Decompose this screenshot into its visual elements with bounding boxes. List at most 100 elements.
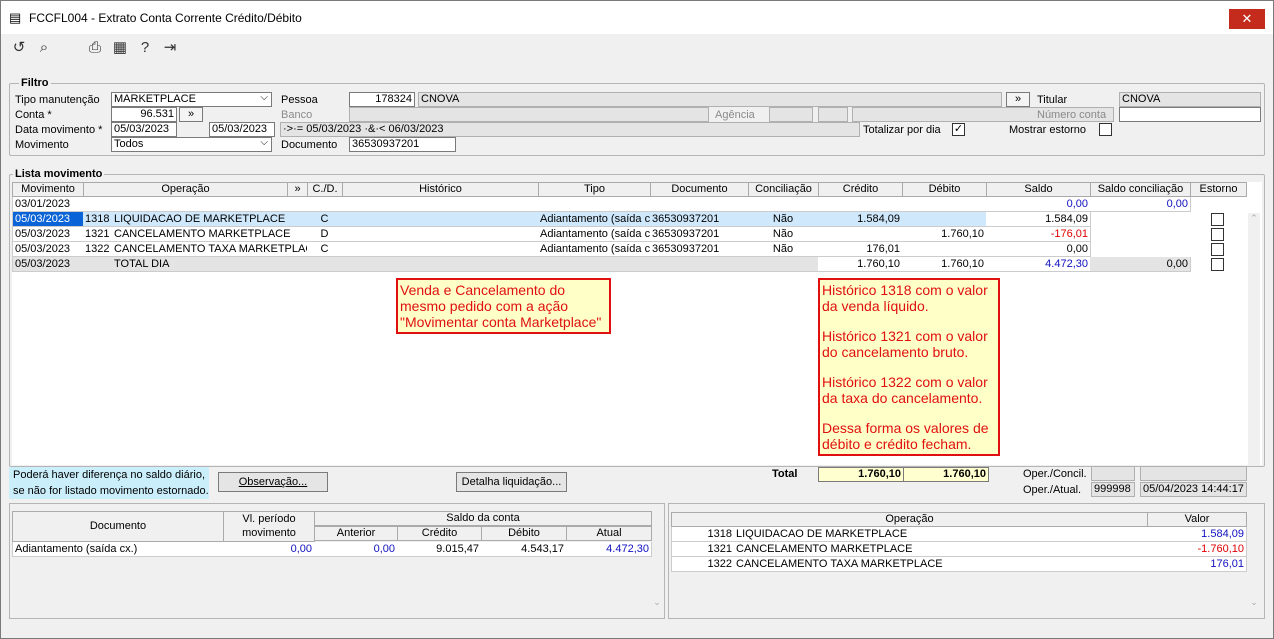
grid-row-cd[interactable]: D — [307, 227, 343, 242]
grid-row-code[interactable]: 1318 — [83, 212, 113, 227]
grid-row-credito[interactable] — [818, 227, 903, 242]
close-button[interactable]: ✕ — [1229, 9, 1265, 29]
grid-row-documento[interactable]: 36530937201 — [650, 227, 749, 242]
banco-field — [349, 107, 709, 122]
grid-row-documento[interactable]: 36530937201 — [650, 242, 749, 257]
grid-total-tipo — [538, 257, 651, 272]
grid-row-cd[interactable]: C — [307, 242, 343, 257]
grid-header-expand[interactable]: » — [287, 182, 308, 197]
totalizar-label: Totalizar por dia — [863, 124, 941, 136]
doc-header-debito: Débito — [481, 526, 567, 541]
grid-header-movimento: Movimento — [12, 182, 84, 197]
op-row-operacao[interactable]: CANCELAMENTO TAXA MARKETPLACE — [734, 557, 1148, 572]
grid-row-estorno-checkbox[interactable] — [1211, 228, 1224, 241]
mostrar-estorno-checkbox[interactable] — [1099, 123, 1112, 136]
grid-row-tipo[interactable]: Adiantamento (saída c — [538, 242, 651, 257]
grid-row-tipo[interactable]: Adiantamento (saída c — [538, 212, 651, 227]
op-row-code[interactable]: 1321 — [671, 542, 735, 557]
documento-field[interactable]: 36530937201 — [349, 137, 456, 152]
tipo-manutencao-select[interactable]: MARKETPLACE — [111, 92, 272, 107]
calendar-icon[interactable]: ▦ — [111, 39, 129, 57]
grid-row-operacao[interactable]: LIQUIDACAO DE MARKETPLACE — [112, 212, 308, 227]
refresh-icon[interactable]: ↺ — [10, 39, 28, 57]
grid-row-debito[interactable]: 1.760,10 — [902, 227, 987, 242]
agencia-field — [769, 107, 813, 122]
grid-row-conciliacao[interactable]: Não — [748, 212, 819, 227]
grid-row-code[interactable]: 1322 — [83, 242, 113, 257]
grid-row-conciliacao[interactable]: Não — [748, 227, 819, 242]
op-row-valor[interactable]: 1.584,09 — [1147, 527, 1247, 542]
grid-row-operacao[interactable]: CANCELAMENTO TAXA MARKETPLACE — [112, 242, 308, 257]
titular-label: Titular — [1037, 94, 1068, 106]
grid-row-historico[interactable] — [342, 212, 539, 227]
data-fim-field[interactable]: 05/03/2023 — [209, 122, 275, 137]
grid-row-opening-date[interactable]: 03/01/2023 — [12, 197, 987, 212]
detalha-liquidacao-button[interactable]: Detalha liquidação... — [456, 472, 567, 492]
pessoa-label: Pessoa — [281, 94, 318, 106]
doc-row-documento[interactable]: Adiantamento (saída cx.) — [12, 542, 224, 557]
agencia-label: Agência — [715, 109, 755, 121]
oper-atual-date: 05/04/2023 14:44:17 — [1140, 482, 1247, 497]
help-icon[interactable]: ? — [136, 39, 154, 57]
pessoa-code-field[interactable]: 178324 — [349, 92, 415, 107]
op-row-valor[interactable]: 176,01 — [1147, 557, 1247, 572]
documento-label: Documento — [281, 139, 338, 151]
print-icon[interactable]: ⎙ — [86, 39, 104, 57]
total-debito: 1.760,10 — [903, 467, 989, 482]
grid-row-tipo[interactable]: Adiantamento (saída c — [538, 227, 651, 242]
banco-label: Banco — [281, 109, 313, 121]
grid-scrollbar[interactable]: ⌃ — [1248, 213, 1260, 465]
grid-row-date[interactable]: 05/03/2023 — [12, 227, 84, 242]
conta-field[interactable]: 96.531 — [111, 107, 177, 122]
grid-total-estorno-checkbox[interactable] — [1211, 258, 1224, 271]
doc-header-credito: Crédito — [397, 526, 482, 541]
grid-header-saldo-conciliacao: Saldo conciliação — [1090, 182, 1191, 197]
data-inicio-field[interactable]: 05/03/2023 — [111, 122, 177, 137]
grid-row-credito[interactable]: 176,01 — [818, 242, 903, 257]
grid-row-date[interactable]: 05/03/2023 — [12, 242, 84, 257]
observacao-button[interactable]: Observação... — [218, 472, 328, 492]
conta-label: Conta * — [15, 109, 52, 121]
exit-icon[interactable]: ⇥ — [161, 39, 179, 57]
op-row-operacao[interactable]: CANCELAMENTO MARKETPLACE — [734, 542, 1148, 557]
grid-row-estorno-checkbox[interactable] — [1211, 213, 1224, 226]
op-header-operacao: Operação — [671, 512, 1148, 527]
grid-row-debito[interactable] — [902, 242, 987, 257]
op-row-code[interactable]: 1322 — [671, 557, 735, 572]
doc-row-vl: 0,00 — [223, 542, 315, 557]
search-icon[interactable]: ⌕ — [35, 39, 53, 57]
grid-row-operacao[interactable]: CANCELAMENTO MARKETPLACE — [112, 227, 308, 242]
op-row-code[interactable]: 1318 — [671, 527, 735, 542]
op-row-operacao[interactable]: LIQUIDACAO DE MARKETPLACE — [734, 527, 1148, 542]
grid-row-conciliacao[interactable]: Não — [748, 242, 819, 257]
grid-row-historico[interactable] — [342, 227, 539, 242]
annotation-right: Histórico 1318 com o valor da venda líqu… — [818, 278, 1000, 456]
grid-row-estorno-checkbox[interactable] — [1211, 243, 1224, 256]
op-row-valor[interactable]: -1.760,10 — [1147, 542, 1247, 557]
op-scroll-down-icon[interactable]: ⌄ — [1248, 597, 1260, 615]
grid-row-saldo[interactable]: 1.584,09 — [986, 212, 1091, 227]
grid-header-credito: Crédito — [818, 182, 903, 197]
grid-row-debito[interactable] — [902, 212, 987, 227]
grid-row-saldo[interactable]: -176,01 — [986, 227, 1091, 242]
pessoa-lookup-button[interactable]: » — [1006, 92, 1030, 107]
data-expression-field: ·>·= 05/03/2023 ·&·< 06/03/2023 — [280, 122, 860, 137]
grid-total-label: TOTAL DIA — [112, 257, 308, 272]
tipo-manutencao-label: Tipo manutenção — [15, 94, 100, 106]
conta-lookup-button[interactable]: » — [179, 107, 203, 122]
grid-header-cd: C./D. — [307, 182, 343, 197]
grid-row-code[interactable]: 1321 — [83, 227, 113, 242]
grid-row-saldo[interactable]: 0,00 — [986, 242, 1091, 257]
numero-conta-field[interactable] — [1119, 107, 1261, 122]
grid-row-date[interactable]: 05/03/2023 — [12, 212, 84, 227]
grid-row-credito[interactable]: 1.584,09 — [818, 212, 903, 227]
doc-header-anterior: Anterior — [314, 526, 398, 541]
grid-row-historico[interactable] — [342, 242, 539, 257]
grid-total-saldo-conc: 0,00 — [1090, 257, 1191, 272]
doc-scroll-down-icon[interactable]: ⌄ — [651, 597, 663, 615]
grid-row-cd[interactable]: C — [307, 212, 343, 227]
oper-concil-label: Oper./Concil. — [1023, 468, 1087, 480]
grid-row-documento[interactable]: 36530937201 — [650, 212, 749, 227]
movimento-select[interactable]: Todos — [111, 137, 272, 152]
totalizar-checkbox[interactable]: ✓ — [952, 123, 965, 136]
